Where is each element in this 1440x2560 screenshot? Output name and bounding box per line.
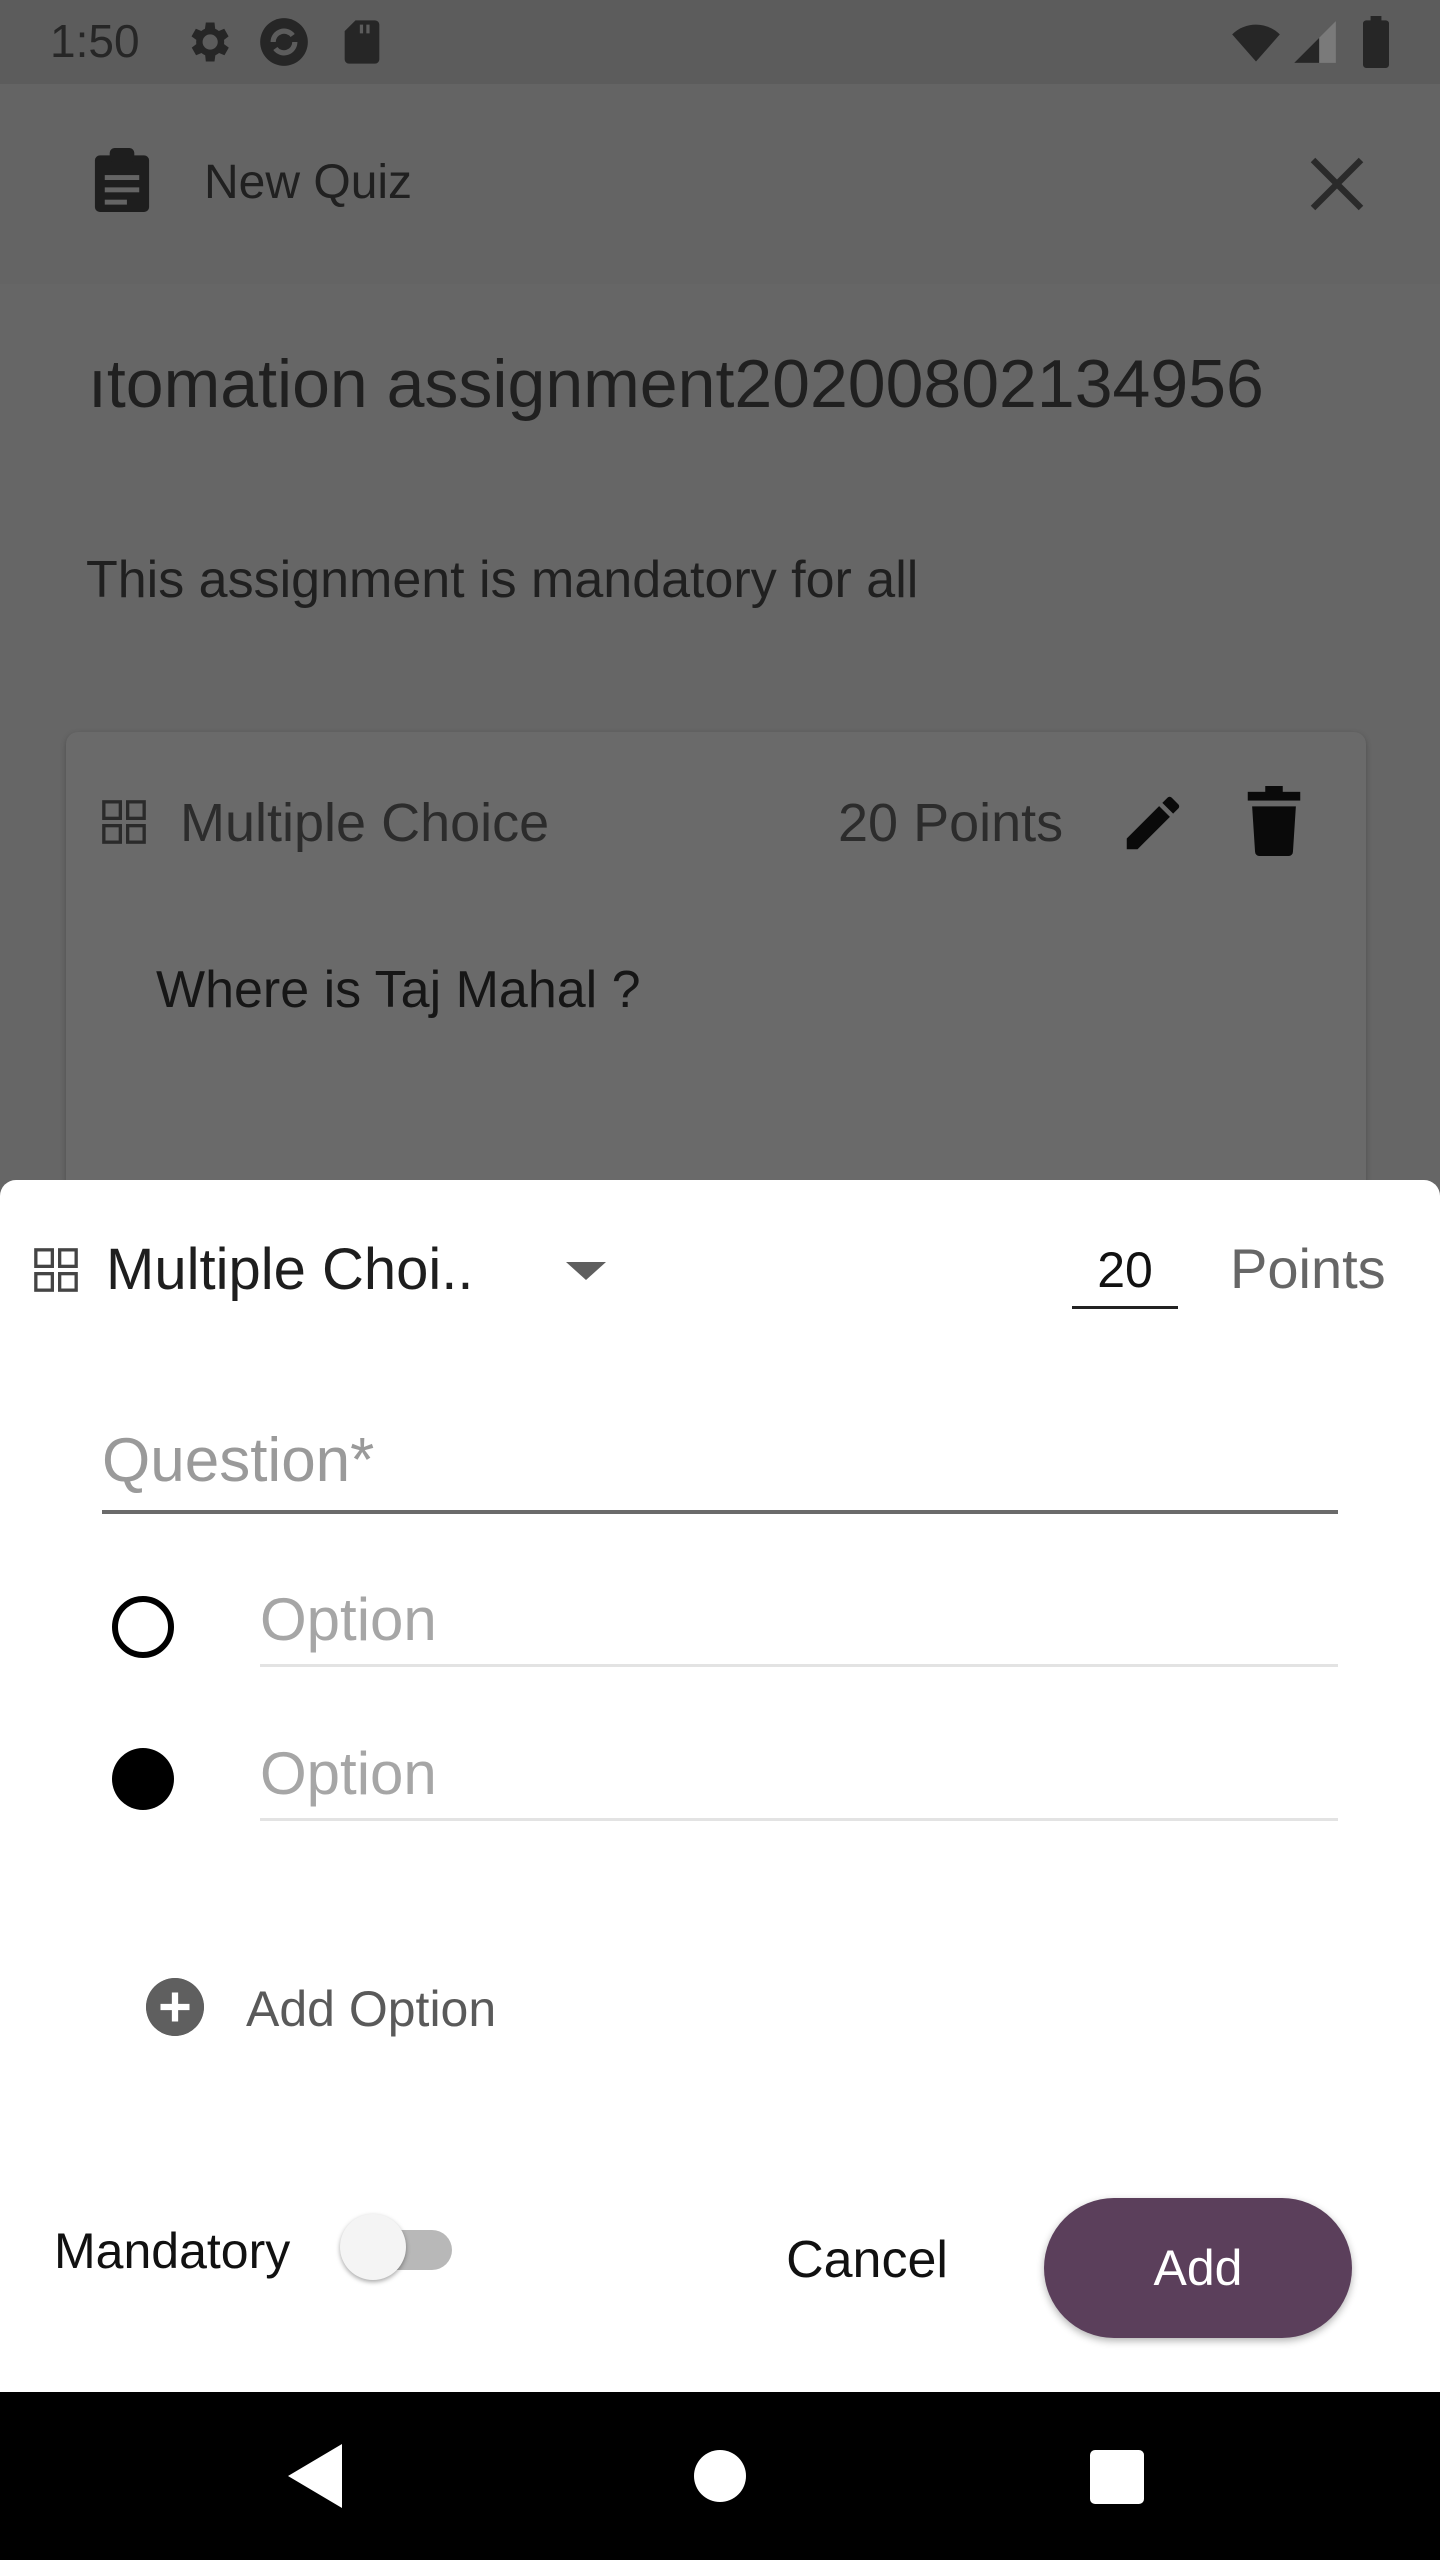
mandatory-toggle[interactable] — [336, 2208, 456, 2288]
question-type-value: Multiple Choi.. — [106, 1237, 474, 1302]
question-type-label: Multiple Choice — [180, 793, 550, 853]
add-option-button[interactable]: Add Option — [146, 1976, 526, 2056]
cellular-icon — [1294, 21, 1336, 63]
wifi-icon — [1232, 24, 1280, 62]
points-label: Points — [1230, 1237, 1386, 1300]
points-input[interactable] — [1072, 1234, 1178, 1309]
sync-icon — [260, 18, 308, 66]
recents-icon[interactable] — [1090, 2450, 1144, 2504]
clipboard-icon — [94, 148, 150, 212]
sd-card-icon — [344, 20, 380, 64]
battery-icon — [1363, 16, 1389, 68]
add-option-label: Add Option — [246, 1981, 497, 2037]
add-button[interactable]: Add — [1044, 2198, 1352, 2338]
option-input-2[interactable] — [260, 1728, 1338, 1821]
question-input[interactable] — [102, 1410, 1338, 1514]
back-icon[interactable] — [288, 2444, 342, 2508]
app-title: New Quiz — [204, 156, 413, 209]
status-time: 1:50 — [50, 15, 140, 67]
cancel-button[interactable]: Cancel — [772, 2230, 962, 2310]
gear-icon — [191, 22, 229, 62]
mandatory-label: Mandatory — [54, 2223, 291, 2279]
quiz-title[interactable]: ıtomation assignment20200802134956 — [88, 345, 1264, 423]
option-radio-1[interactable] — [112, 1596, 174, 1658]
question-text: Where is Taj Mahal ? — [156, 961, 641, 1019]
add-circle-icon — [146, 1978, 204, 2036]
grid-icon — [34, 1248, 78, 1292]
option-input-1[interactable] — [260, 1574, 1338, 1667]
trash-icon[interactable] — [1246, 786, 1302, 856]
question-type-select[interactable]: Multiple Choi.. — [100, 1226, 620, 1318]
grid-icon — [102, 800, 146, 844]
option-radio-2[interactable] — [112, 1748, 174, 1810]
close-icon[interactable] — [1305, 152, 1369, 216]
dropdown-arrow-icon — [566, 1262, 606, 1280]
pencil-icon[interactable] — [1118, 788, 1188, 858]
quiz-description[interactable]: This assignment is mandatory for all — [86, 550, 918, 610]
toggle-thumb — [340, 2214, 406, 2280]
question-points-label: 20 Points — [838, 793, 1064, 853]
home-icon[interactable] — [694, 2450, 746, 2502]
